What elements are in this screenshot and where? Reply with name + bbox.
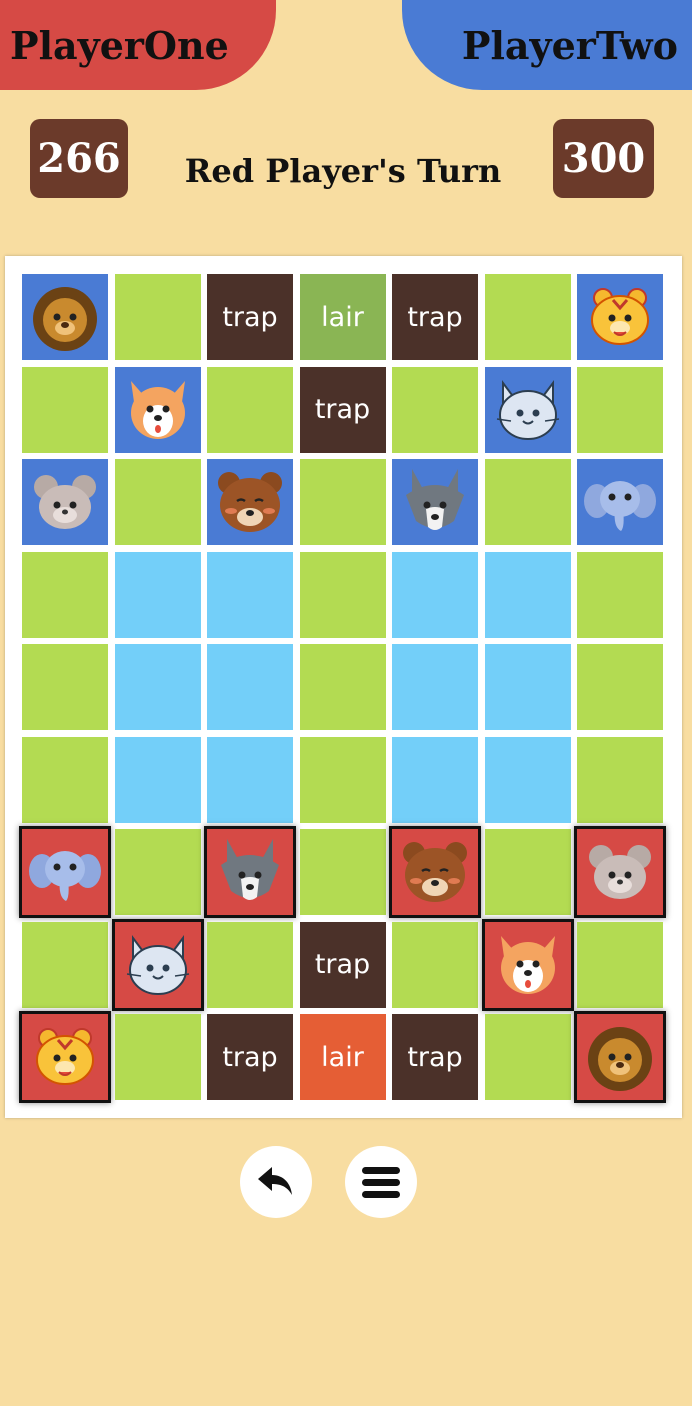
board-cell-r7c6[interactable] bbox=[577, 921, 663, 1008]
board-cell-r4c5[interactable] bbox=[484, 644, 571, 730]
board-cell-r3c1[interactable] bbox=[114, 551, 201, 638]
elephant-icon bbox=[29, 851, 101, 901]
undo-icon bbox=[258, 1167, 292, 1195]
lair-label: lair bbox=[321, 1041, 364, 1073]
board-cell-r0c1[interactable] bbox=[114, 274, 201, 360]
blue-elephant-piece[interactable] bbox=[577, 459, 663, 545]
board-cell-r5c4[interactable] bbox=[392, 736, 478, 823]
cat-icon bbox=[126, 934, 189, 995]
player-two-name: PlayerTwo bbox=[461, 22, 678, 68]
red-lion-piece[interactable] bbox=[574, 1011, 666, 1103]
menu-button[interactable] bbox=[345, 1146, 417, 1218]
bear-icon bbox=[218, 472, 282, 532]
rat-icon bbox=[34, 475, 96, 529]
red-elephant-piece[interactable] bbox=[19, 826, 111, 918]
trap-cell[interactable]: trap bbox=[207, 274, 293, 360]
board-cell-r6c1[interactable] bbox=[114, 829, 201, 915]
board-cell-r6c3[interactable] bbox=[299, 829, 386, 915]
board-cell-r4c1[interactable] bbox=[114, 644, 201, 730]
board-cell-r5c2[interactable] bbox=[207, 736, 293, 823]
board-cell-r3c5[interactable] bbox=[484, 551, 571, 638]
rat-icon bbox=[589, 845, 651, 899]
trap-label: trap bbox=[407, 301, 463, 333]
red-bear-piece[interactable] bbox=[389, 826, 481, 918]
lair-label: lair bbox=[321, 301, 364, 333]
red-tiger-piece[interactable] bbox=[19, 1011, 111, 1103]
tiger-icon bbox=[36, 1028, 94, 1085]
board-cell-r5c6[interactable] bbox=[577, 736, 663, 823]
board-cell-r5c1[interactable] bbox=[114, 736, 201, 823]
board-cell-r4c3[interactable] bbox=[299, 644, 386, 730]
elephant-icon bbox=[584, 481, 656, 531]
board-cell-r1c6[interactable] bbox=[577, 366, 663, 453]
board-cell-r0c5[interactable] bbox=[484, 274, 571, 360]
lion-icon bbox=[588, 1027, 652, 1091]
board-cell-r8c5[interactable] bbox=[484, 1014, 571, 1100]
board-cell-r2c5[interactable] bbox=[484, 459, 571, 545]
tiger-icon bbox=[591, 288, 649, 345]
board-cell-r4c2[interactable] bbox=[207, 644, 293, 730]
board-cell-r5c5[interactable] bbox=[484, 736, 571, 823]
trap-cell[interactable]: trap bbox=[299, 921, 386, 1008]
turn-indicator: Red Player's Turn bbox=[184, 152, 502, 190]
undo-button[interactable] bbox=[240, 1146, 312, 1218]
board-cell-r1c2[interactable] bbox=[207, 366, 293, 453]
board-cell-r6c5[interactable] bbox=[484, 829, 571, 915]
board-cell-r7c0[interactable] bbox=[22, 921, 108, 1008]
board-cell-r4c4[interactable] bbox=[392, 644, 478, 730]
game-board: trap lair trap trap trap trap lair trap bbox=[5, 256, 682, 1118]
board-cell-r3c0[interactable] bbox=[22, 551, 108, 638]
blue-cat-piece[interactable] bbox=[484, 366, 571, 453]
wolf-icon bbox=[221, 839, 279, 900]
player-two-tab: PlayerTwo bbox=[402, 0, 692, 90]
player-two-score: 300 bbox=[553, 119, 654, 198]
blue-wolf-piece[interactable] bbox=[392, 459, 478, 545]
lion-icon bbox=[33, 287, 97, 351]
board-cell-r3c2[interactable] bbox=[207, 551, 293, 638]
blue-tiger-piece[interactable] bbox=[577, 274, 663, 360]
board-cell-r3c4[interactable] bbox=[392, 551, 478, 638]
trap-label: trap bbox=[314, 394, 371, 425]
trap-cell[interactable]: trap bbox=[207, 1014, 293, 1100]
board-cell-r7c4[interactable] bbox=[392, 921, 478, 1008]
board-cell-r4c0[interactable] bbox=[22, 644, 108, 730]
trap-cell[interactable]: trap bbox=[392, 1014, 478, 1100]
trap-label: trap bbox=[314, 949, 371, 980]
trap-label: trap bbox=[407, 1041, 463, 1073]
board-cell-r1c4[interactable] bbox=[392, 366, 478, 453]
player-one-name: PlayerOne bbox=[10, 22, 229, 68]
blue-lair-cell[interactable]: lair bbox=[299, 274, 386, 360]
bear-icon bbox=[403, 842, 467, 902]
board-cell-r2c3[interactable] bbox=[299, 459, 386, 545]
red-rat-piece[interactable] bbox=[574, 826, 666, 918]
blue-bear-piece[interactable] bbox=[207, 459, 293, 545]
blue-lion-piece[interactable] bbox=[22, 274, 108, 360]
board-cell-r3c6[interactable] bbox=[577, 551, 663, 638]
board-cell-r5c0[interactable] bbox=[22, 736, 108, 823]
red-dog-piece[interactable] bbox=[481, 918, 574, 1011]
trap-label: trap bbox=[222, 301, 278, 333]
red-cat-piece[interactable] bbox=[111, 918, 204, 1011]
wolf-icon bbox=[406, 469, 464, 530]
board-cell-r1c0[interactable] bbox=[22, 366, 108, 453]
trap-label: trap bbox=[222, 1041, 278, 1073]
board-cell-r2c1[interactable] bbox=[114, 459, 201, 545]
player-one-score: 266 bbox=[30, 119, 128, 198]
red-lair-cell[interactable]: lair bbox=[299, 1014, 386, 1100]
red-wolf-piece[interactable] bbox=[204, 826, 296, 918]
blue-dog-piece[interactable] bbox=[114, 366, 201, 453]
trap-cell[interactable]: trap bbox=[392, 274, 478, 360]
menu-icon bbox=[362, 1167, 400, 1198]
blue-rat-piece[interactable] bbox=[22, 459, 108, 545]
board-cell-r5c3[interactable] bbox=[299, 736, 386, 823]
board-cell-r7c2[interactable] bbox=[207, 921, 293, 1008]
board-cell-r4c6[interactable] bbox=[577, 644, 663, 730]
cat-icon bbox=[496, 379, 559, 440]
dog-icon bbox=[130, 380, 185, 439]
trap-cell[interactable]: trap bbox=[299, 366, 386, 453]
dog-icon bbox=[500, 935, 555, 994]
board-cell-r8c1[interactable] bbox=[114, 1014, 201, 1100]
player-one-tab: PlayerOne bbox=[0, 0, 276, 90]
board-cell-r3c3[interactable] bbox=[299, 551, 386, 638]
